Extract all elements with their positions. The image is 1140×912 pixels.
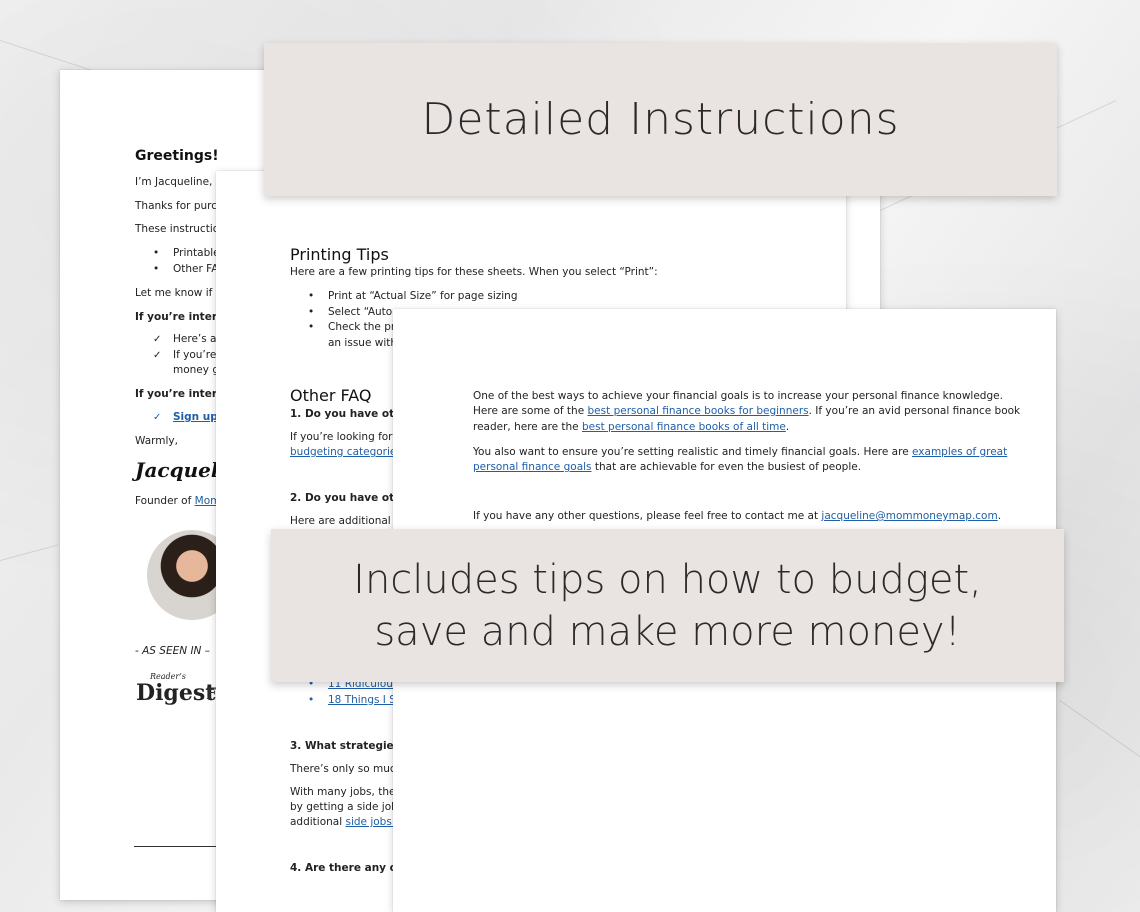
list-item: Printable xyxy=(135,246,227,262)
list-item-continued: money go xyxy=(173,364,226,376)
printing-intro: Here are a few printing tips for these s… xyxy=(290,266,658,278)
resource-link[interactable]: 18 Things I Sto xyxy=(290,693,406,709)
beginner-books-link[interactable]: best personal finance books for beginner… xyxy=(588,405,809,417)
closing-line: Warmly, xyxy=(135,435,178,447)
text-prefix: Here are some of the xyxy=(473,405,588,417)
instructions-line: These instruction xyxy=(135,223,226,235)
contact-line: Let me know if yo xyxy=(135,287,229,299)
text-suffix: . xyxy=(997,510,1002,522)
faq-answer-1: If you’re looking for m xyxy=(290,431,407,443)
text-prefix: You also want to ensure you’re setting r… xyxy=(473,446,913,458)
list-item: Here’s a s xyxy=(135,332,225,348)
text-prefix: If you have any other questions, please … xyxy=(473,510,822,522)
list-item: Print at “Actual Size” for page sizing xyxy=(290,289,518,305)
paragraph-1-line2: Here are some of the best personal finan… xyxy=(473,404,1020,420)
paragraph-1-line1: One of the best ways to achieve your fin… xyxy=(473,390,1003,402)
printing-tips-title: Printing Tips xyxy=(290,245,389,264)
goals-link[interactable]: examples of great xyxy=(912,446,1007,458)
email-link[interactable]: jacqueline@mommoneymap.com xyxy=(821,510,997,522)
text-suffix: that are achievable for even the busiest… xyxy=(591,461,862,473)
marble-vein xyxy=(0,544,59,561)
paragraph-2-line2: personal finance goals that are achievab… xyxy=(473,460,861,476)
contents-list: Printable Other FAQ xyxy=(135,246,227,277)
logo-small-text: Reader’s xyxy=(150,672,186,681)
intro-line: I’m Jacqueline, th xyxy=(135,176,227,188)
paragraph-2-line1: You also want to ensure you’re setting r… xyxy=(473,445,1007,461)
faq-title: Other FAQ xyxy=(290,386,372,405)
contact-paragraph: If you have any other questions, please … xyxy=(473,509,1001,525)
faq-answer-3-line4: additional side jobs to xyxy=(290,815,406,831)
faq-answer-3-line2: With many jobs, there xyxy=(290,786,406,798)
readers-digest-logo: Reader’s Digest xyxy=(136,672,216,706)
paragraph-1-line3: reader, here are the best personal finan… xyxy=(473,420,789,436)
list-item: If you’re l xyxy=(135,348,225,364)
logo-text: Digest xyxy=(136,680,216,706)
checklist: Here’s a s If you’re l money go xyxy=(135,332,225,379)
list-item: Other FAQ xyxy=(135,262,227,278)
text-prefix: additional xyxy=(290,816,346,828)
text-suffix: . If you’re an avid personal finance boo… xyxy=(808,405,1021,417)
as-seen-in-label: - AS SEEN IN – xyxy=(135,645,210,657)
best-books-link[interactable]: best personal finance books of all time xyxy=(582,421,786,433)
title-banner: Detailed Instructions xyxy=(264,43,1057,196)
text-prefix: reader, here are the xyxy=(473,421,582,433)
tagline-banner: Includes tips on how to budget, save and… xyxy=(271,529,1064,682)
goals-link-continued[interactable]: personal finance goals xyxy=(473,461,592,473)
text-suffix: . xyxy=(785,421,790,433)
marble-vein xyxy=(1059,700,1140,770)
founder-prefix: Founder of xyxy=(135,495,195,507)
greeting-heading: Greetings! xyxy=(135,148,219,164)
